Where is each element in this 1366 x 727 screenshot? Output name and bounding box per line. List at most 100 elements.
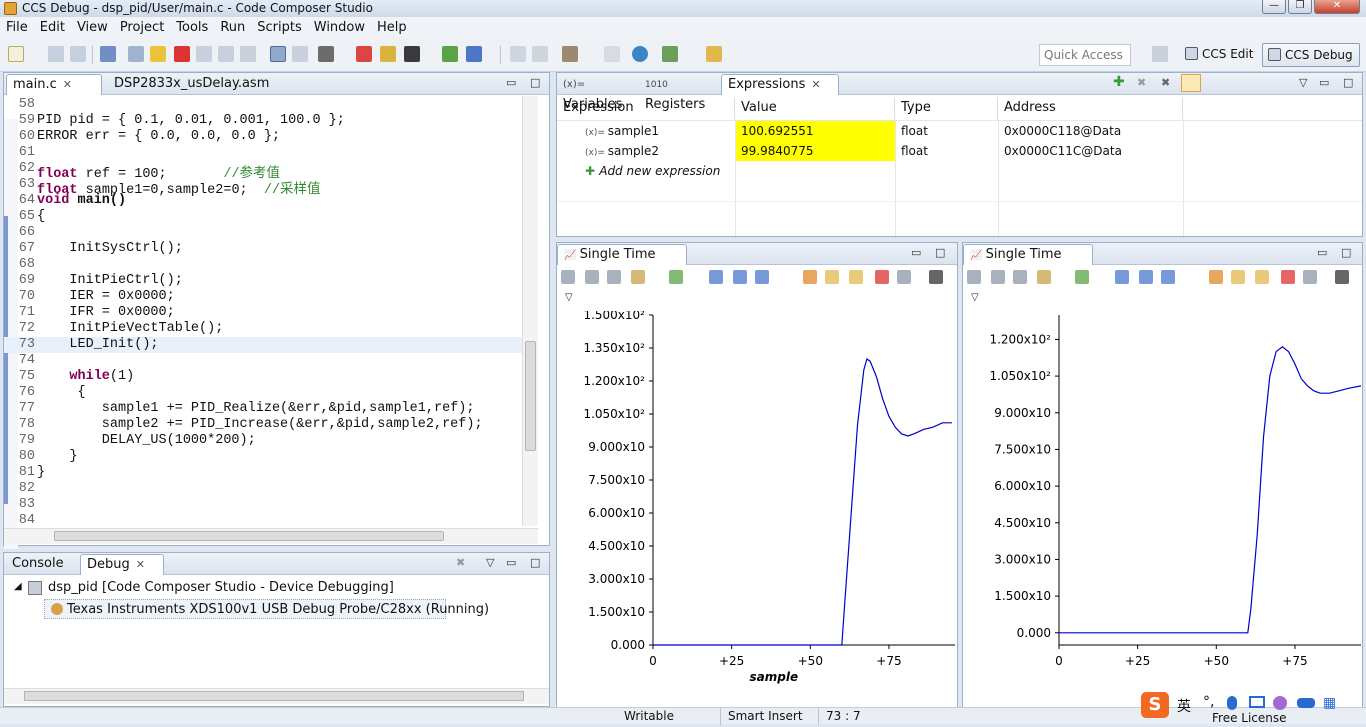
tool-icon[interactable] <box>706 46 722 62</box>
code-line[interactable]: IER = 0x0000; <box>37 289 174 304</box>
editor-horizontal-scrollbar[interactable] <box>4 528 538 544</box>
menu-file[interactable]: File <box>0 18 34 38</box>
code-line[interactable]: IFR = 0x0000; <box>37 305 174 320</box>
zoom-in-icon[interactable] <box>709 270 723 284</box>
tab-console[interactable]: Console <box>6 554 76 575</box>
skin-icon[interactable] <box>1273 696 1287 710</box>
open-view-icon[interactable] <box>604 46 620 62</box>
perspective-ccs-debug[interactable]: CCS Debug <box>1262 43 1360 67</box>
code-line[interactable]: sample2 += PID_Increase(&err,&pid,sample… <box>37 417 483 432</box>
search-icon[interactable] <box>632 46 648 62</box>
menu-edit[interactable]: Edit <box>34 18 71 38</box>
back-icon[interactable] <box>510 46 526 62</box>
tab-single-time-6[interactable]: 📈 Single Time -6✕ <box>963 244 1093 283</box>
sogou-logo-icon[interactable]: S <box>1141 692 1169 718</box>
pin-icon[interactable] <box>929 270 943 284</box>
debug-horizontal-scrollbar[interactable] <box>4 688 549 704</box>
maximize-view-icon[interactable]: □ <box>530 76 540 89</box>
column-expression[interactable]: Expression <box>557 97 735 119</box>
tab-expressions[interactable]: Expressions ✕ <box>721 74 839 95</box>
code-line[interactable]: PID pid = { 0.1, 0.01, 0.001, 100.0 }; <box>37 113 345 128</box>
code-line[interactable]: sample1 += PID_Realize(&err,&pid,sample1… <box>37 401 475 416</box>
ime-language[interactable]: 英 <box>1177 696 1191 716</box>
minimize-view-icon[interactable]: ▭ <box>1319 76 1329 89</box>
menu-view[interactable]: View <box>71 18 114 38</box>
refresh-icon[interactable] <box>442 46 458 62</box>
step-into-icon[interactable] <box>196 46 212 62</box>
pin-icon[interactable] <box>1335 270 1349 284</box>
properties-icon[interactable] <box>1303 270 1317 284</box>
add-trace-icon[interactable] <box>669 270 683 284</box>
reset-zoom-icon[interactable] <box>561 270 575 284</box>
column-value[interactable]: Value <box>735 97 895 119</box>
breakpoint-icon[interactable] <box>356 46 372 62</box>
code-area[interactable]: 58 59 PID pid = { 0.1, 0.01, 0.001, 100.0 … <box>4 96 522 549</box>
code-line[interactable]: InitSysCtrl(); <box>37 241 182 256</box>
display-icon[interactable] <box>607 270 621 284</box>
bug-icon[interactable] <box>662 46 678 62</box>
column-type[interactable]: Type <box>895 97 998 119</box>
open-perspective-icon[interactable] <box>1152 46 1168 62</box>
minimize-view-icon[interactable]: ▭ <box>911 246 921 259</box>
forward-icon[interactable] <box>532 46 548 62</box>
sync-icon[interactable] <box>849 270 863 284</box>
stop-icon[interactable] <box>1281 270 1295 284</box>
code-line[interactable]: { <box>37 385 86 400</box>
code-line[interactable]: DELAY_US(1000*200); <box>37 433 256 448</box>
tab-single-time-5[interactable]: 📈 Single Time -5✕ <box>557 244 687 283</box>
code-line[interactable]: InitPieVectTable(); <box>37 321 223 336</box>
continuous-refresh-icon[interactable] <box>1231 270 1245 284</box>
perspective-ccs-edit[interactable]: CCS Edit <box>1180 43 1259 67</box>
debug-session-label[interactable]: dsp_pid [Code Composer Studio - Device D… <box>48 580 394 595</box>
refresh-icon[interactable] <box>803 270 817 284</box>
add-new-expression[interactable]: ✚ Add new expression <box>579 161 879 181</box>
sync-icon[interactable] <box>1255 270 1269 284</box>
resume-icon[interactable] <box>128 46 144 62</box>
tools-grid-icon[interactable]: ▦ <box>1323 695 1336 711</box>
close-tab-icon[interactable]: ✕ <box>811 78 820 91</box>
continuous-refresh-icon[interactable] <box>825 270 839 284</box>
zoom-icon[interactable] <box>1161 270 1175 284</box>
zoom-in-icon[interactable] <box>1115 270 1129 284</box>
connect-icon[interactable] <box>380 46 396 62</box>
new-icon[interactable] <box>8 46 24 62</box>
refresh-icon[interactable] <box>1209 270 1223 284</box>
punctuation-icon[interactable]: °, <box>1203 694 1214 710</box>
menu-project[interactable]: Project <box>114 18 170 38</box>
debug-view-icon[interactable] <box>100 46 116 62</box>
zoom-fit-icon[interactable] <box>991 270 1005 284</box>
zoom-out-icon[interactable] <box>733 270 747 284</box>
view-menu-icon[interactable]: ▽ <box>486 556 494 569</box>
menu-help[interactable]: Help <box>371 18 413 38</box>
save-all-icon[interactable] <box>70 46 86 62</box>
minimize-view-icon[interactable]: ▭ <box>506 76 516 89</box>
remove-terminated-icon[interactable]: ✖ <box>456 556 465 569</box>
code-line[interactable]: ERROR err = { 0.0, 0.0, 0.0 }; <box>37 129 280 144</box>
zoom-icon[interactable] <box>755 270 769 284</box>
close-tab-icon[interactable]: ✕ <box>63 78 72 91</box>
tab-usdelay-asm[interactable]: DSP2833x_usDelay.asm <box>108 74 288 95</box>
game-icon[interactable] <box>1297 698 1315 708</box>
properties-icon[interactable] <box>897 270 911 284</box>
tab-variables[interactable]: (x)= Variables <box>557 74 639 112</box>
tab-registers[interactable]: 1010 Registers <box>639 74 721 112</box>
debug-target-row[interactable]: Texas Instruments XDS100v1 USB Debug Pro… <box>44 599 489 619</box>
graph-menu-icon[interactable]: ▽ <box>971 292 979 303</box>
axis-icon[interactable] <box>631 270 645 284</box>
menu-scripts[interactable]: Scripts <box>251 18 307 38</box>
keyboard-icon[interactable] <box>1249 696 1265 708</box>
graph2-plot[interactable]: 1.200x10² 1.050x10² 9.000x10 7.500x10 6.000x… <box>963 311 1362 707</box>
editor-vertical-scrollbar[interactable] <box>522 96 538 526</box>
maximize-view-icon[interactable]: □ <box>1341 246 1351 259</box>
add-trace-icon[interactable] <box>1075 270 1089 284</box>
quick-access-input[interactable]: Quick Access <box>1039 44 1131 66</box>
step-over-icon[interactable] <box>218 46 234 62</box>
remove-icon[interactable]: ✖ <box>1137 76 1146 89</box>
terminate-icon[interactable] <box>174 46 190 62</box>
maximize-view-icon[interactable]: □ <box>935 246 945 259</box>
tab-debug[interactable]: Debug ✕ <box>80 554 164 575</box>
code-line[interactable]: while(1) <box>37 369 134 384</box>
step-return-icon[interactable] <box>240 46 256 62</box>
minimize-view-icon[interactable]: ▭ <box>1317 246 1327 259</box>
code-line[interactable]: LED_Init(); <box>37 337 158 352</box>
